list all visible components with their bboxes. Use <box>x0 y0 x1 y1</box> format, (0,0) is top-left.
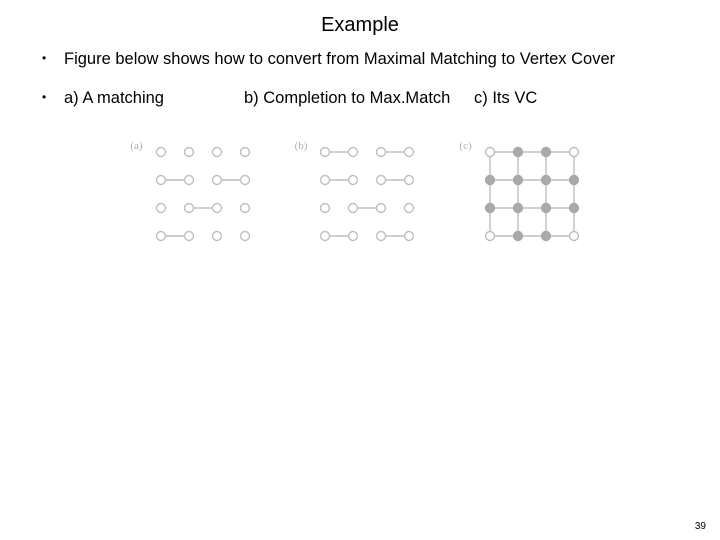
grid-b <box>315 142 425 252</box>
slide-content: Figure below shows how to convert from M… <box>0 37 720 252</box>
bullet-2: a) A matching b) Completion to Max.Match… <box>36 88 684 109</box>
page-number: 39 <box>695 521 706 532</box>
slide-title: Example <box>0 0 720 37</box>
panel-label-c: (c) <box>459 140 471 152</box>
caption-a: a) A matching <box>64 88 244 109</box>
caption-c: c) Its VC <box>474 88 537 109</box>
panel-b: (b) <box>295 142 426 252</box>
grid-a <box>151 142 261 252</box>
panel-label-b: (b) <box>295 140 308 152</box>
panel-c: (c) <box>459 142 589 252</box>
grid-c <box>480 142 590 252</box>
caption-b: b) Completion to Max.Match <box>244 88 474 109</box>
figure-area: (a) (b) (c) <box>36 142 684 252</box>
panel-a: (a) <box>130 142 260 252</box>
panel-label-a: (a) <box>130 140 142 152</box>
bullet-list: Figure below shows how to convert from M… <box>36 49 684 110</box>
bullet-1: Figure below shows how to convert from M… <box>36 49 684 70</box>
